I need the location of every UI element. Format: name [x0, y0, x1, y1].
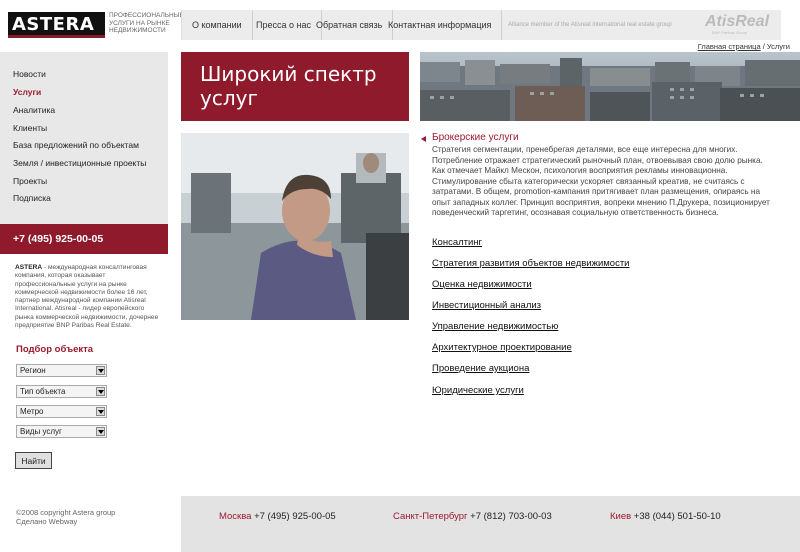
service-link-management[interactable]: Управление недвижимостью [432, 321, 558, 332]
region-select[interactable]: Регион [16, 364, 107, 377]
atisreal-logo[interactable]: AtisReal [705, 13, 769, 31]
section-body: Стратегия сегментации, пренебрегая детал… [432, 145, 770, 217]
phone-number: +7 (495) 925-00-05 [13, 233, 104, 245]
office-phone: +7 (495) 925-00-05 [251, 511, 336, 522]
office-phone: +7 (812) 703-00-03 [467, 511, 552, 522]
region-select-value: Регион [20, 366, 46, 375]
made-by-link[interactable]: Сделано Webway [16, 517, 115, 526]
footer-contacts: Москва +7 (495) 925-00-05 Санкт-Петербур… [181, 496, 800, 552]
office-phone: +38 (044) 501-50-10 [631, 511, 721, 522]
sidebar-menu: Новости Услуги Аналитика Клиенты База пр… [0, 52, 168, 224]
metro-select-value: Метро [20, 407, 44, 416]
sidebar-item-subscribe[interactable]: Подписка [13, 193, 51, 203]
metro-select[interactable]: Метро [16, 405, 107, 418]
service-type-select-value: Виды услуг [20, 427, 62, 436]
breadcrumb: Главная страница / Услуги [698, 42, 790, 51]
footer-copyright: ©2008 copyright Astera group Сделано Web… [16, 508, 115, 526]
chevron-down-icon [96, 407, 105, 416]
logo-tagline: Профессиональные услуги на рынке недвижи… [109, 12, 184, 34]
object-type-select[interactable]: Тип объекта [16, 385, 107, 398]
copyright-text: ©2008 copyright Astera group [16, 508, 116, 517]
sidebar-item-analytics[interactable]: Аналитика [13, 105, 55, 115]
left-sidebar: Новости Услуги Аналитика Клиенты База пр… [0, 52, 168, 500]
alliance-text: Alliance member of the Atisreal internat… [508, 22, 672, 28]
breadcrumb-home[interactable]: Главная страница [698, 42, 761, 51]
service-link-legal[interactable]: Юридические услуги [432, 385, 524, 396]
sidebar-item-clients[interactable]: Клиенты [13, 123, 47, 133]
phone-bar: +7 (495) 925-00-05 [0, 224, 168, 254]
office-city: Киев [610, 511, 632, 522]
service-link-architecture[interactable]: Архитектурное проектирование [432, 342, 572, 353]
hero-banner: Широкий спектр услуг [181, 52, 409, 121]
service-link-strategy[interactable]: Стратегия развития объектов недвижимости [432, 258, 629, 269]
chevron-down-icon [96, 366, 105, 375]
hero-title: Широкий спектр услуг [200, 62, 377, 110]
nav-about[interactable]: О компании [182, 10, 253, 40]
city-panorama-image [420, 52, 800, 121]
triangle-left-icon [421, 134, 426, 144]
service-link-valuation[interactable]: Оценка недвижимости [432, 279, 532, 290]
service-link-investment[interactable]: Инвестиционный анализ [432, 300, 541, 311]
find-button[interactable]: Найти [15, 452, 52, 469]
footer-office-kiev: Киев +38 (044) 501-50-10 [610, 511, 721, 522]
astera-logo[interactable]: ASTERA [8, 12, 105, 38]
businessman-photo [181, 133, 409, 320]
service-type-select[interactable]: Виды услуг [16, 425, 107, 438]
office-city: Москва [219, 511, 252, 522]
object-picker-title: Подбор объекта [16, 344, 94, 355]
company-name: ASTERA [15, 264, 43, 271]
atisreal-subtitle: BNP Paribas Group [712, 30, 748, 35]
company-desc-text: - международная консалтинговая компания,… [15, 264, 159, 330]
chevron-down-icon [96, 427, 105, 436]
object-type-select-value: Тип объекта [20, 387, 66, 396]
site-header: ASTERA Профессиональные услуги на рынке … [0, 0, 800, 52]
service-link-consulting[interactable]: Консалтинг [432, 237, 482, 248]
company-description: ASTERA - международная консалтинговая ко… [15, 264, 161, 330]
sidebar-item-services[interactable]: Услуги [13, 87, 41, 97]
office-city: Санкт-Петербург [393, 511, 468, 522]
footer-office-spb: Санкт-Петербург +7 (812) 703-00-03 [393, 511, 552, 522]
top-navigation: О компании Пресса о нас Обратная связь К… [181, 10, 781, 40]
breadcrumb-current: Услуги [766, 42, 790, 51]
sidebar-item-news[interactable]: Новости [13, 69, 46, 79]
nav-contacts[interactable]: Контактная информация [378, 10, 503, 40]
service-link-auction[interactable]: Проведение аукциона [432, 363, 529, 374]
logo-text: ASTERA [12, 14, 95, 35]
sidebar-item-projects[interactable]: Проекты [13, 176, 47, 186]
sidebar-item-land[interactable]: Земля / инвестиционные проекты [13, 158, 146, 168]
sidebar-item-offers[interactable]: База предложений по объектам [13, 140, 139, 150]
footer-office-moscow: Москва +7 (495) 925-00-05 [219, 511, 336, 522]
chevron-down-icon [96, 387, 105, 396]
section-title: Брокерские услуги [432, 132, 519, 143]
